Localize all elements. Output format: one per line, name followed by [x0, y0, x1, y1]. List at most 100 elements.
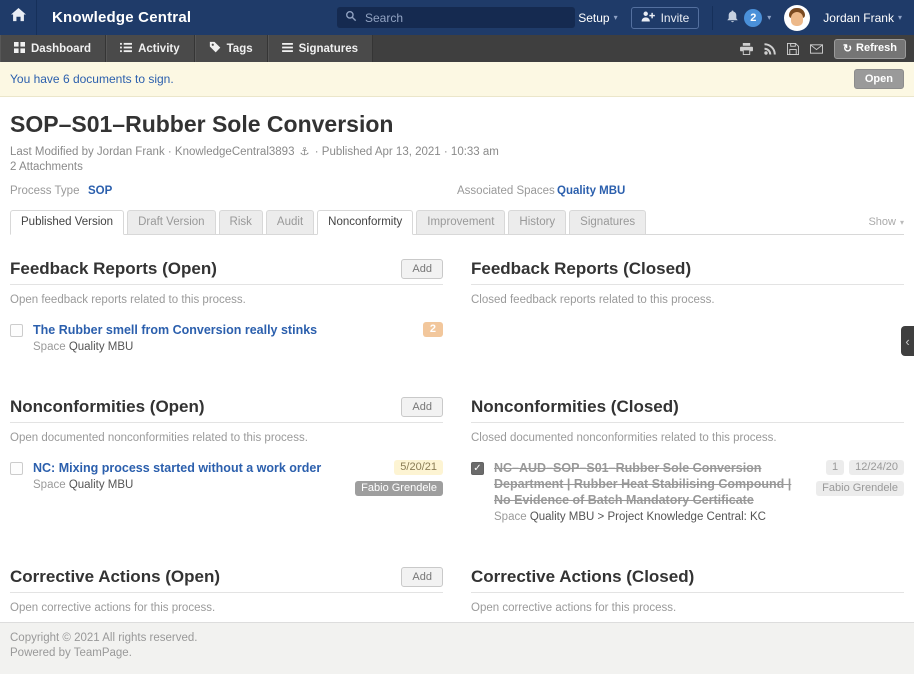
list-item: NC: Mixing process started without a wor… [10, 460, 443, 496]
tab-nonconformity[interactable]: Nonconformity [317, 210, 413, 235]
item-title-link[interactable]: The Rubber smell from Conversion really … [33, 322, 413, 338]
item-checkbox-checked[interactable]: ✓ [471, 462, 484, 475]
section-corrective-closed: Corrective Actions (Closed) Open correct… [471, 567, 904, 614]
item-title-link[interactable]: NC–AUD–SOP–S01–Rubber Sole Conversion De… [494, 460, 806, 508]
subnav-item-signatures[interactable]: Signatures [268, 35, 373, 62]
section-description: Closed feedback reports related to this … [471, 294, 904, 306]
search-input[interactable] [363, 10, 567, 26]
meta-published: · Published Apr 13, 2021 · 10:33 am [315, 146, 499, 158]
section-corrective-open: Corrective Actions (Open) Add Open corre… [10, 567, 443, 614]
dashboard-grid-icon [14, 42, 25, 56]
associated-spaces-label: Associated Spaces [457, 185, 557, 197]
avatar[interactable] [784, 5, 810, 31]
sections-grid: Feedback Reports (Open) Add Open feedbac… [10, 259, 904, 614]
open-button[interactable]: Open [854, 69, 904, 89]
collapse-panel-toggle[interactable]: ‹ [901, 326, 914, 356]
navbar-right: Help ▾ Setup ▾ Invite 2 ▾ Jordan Frank ▾ [533, 5, 914, 31]
print-icon[interactable] [740, 43, 753, 55]
user-name: Jordan Frank [823, 11, 894, 25]
tab-history[interactable]: History [508, 210, 566, 235]
item-space-line: Space Quality MBU > Project Knowledge Ce… [494, 511, 806, 523]
section-title: Corrective Actions (Closed) [471, 567, 694, 587]
chevron-left-icon: ‹ [905, 334, 909, 349]
section-title: Corrective Actions (Open) [10, 567, 220, 587]
tab-audit[interactable]: Audit [266, 210, 314, 235]
assignee-badge: Fabio Grendele [355, 481, 443, 496]
save-icon[interactable] [787, 43, 799, 55]
user-menu[interactable]: Jordan Frank ▾ [823, 11, 902, 25]
invite-button[interactable]: Invite [631, 7, 700, 29]
main-content: SOP–S01–Rubber Sole Conversion Last Modi… [0, 97, 914, 622]
tab-bar: Published Version Draft Version Risk Aud… [10, 210, 904, 235]
activity-list-icon [120, 42, 132, 56]
documents-to-sign-banner: You have 6 documents to sign. Open [0, 62, 914, 97]
section-title: Feedback Reports (Closed) [471, 259, 691, 279]
add-corrective-action-button[interactable]: Add [401, 567, 443, 587]
top-navbar: Knowledge Central Help ▾ Setup ▾ Invite … [0, 0, 914, 35]
attachments-line[interactable]: 2 Attachments [10, 160, 904, 175]
section-nonconformities-open: Nonconformities (Open) Add Open document… [10, 397, 443, 523]
section-description: Open corrective actions for this process… [471, 602, 904, 614]
add-feedback-button[interactable]: Add [401, 259, 443, 279]
refresh-label: Refresh [856, 42, 897, 54]
section-description: Open feedback reports related to this pr… [10, 294, 443, 306]
powered-by-text: Powered by TeamPage. [10, 646, 904, 661]
tab-risk[interactable]: Risk [219, 210, 263, 235]
section-title: Feedback Reports (Open) [10, 259, 217, 279]
subnav-item-dashboard[interactable]: Dashboard [0, 35, 106, 62]
show-label: Show [868, 216, 896, 228]
tab-draft-version[interactable]: Draft Version [127, 210, 215, 235]
check-icon: ✓ [473, 463, 481, 474]
section-header: Feedback Reports (Closed) [471, 259, 904, 285]
banner-message[interactable]: You have 6 documents to sign. [10, 72, 174, 86]
copyright-text: Copyright © 2021 All rights reserved. [10, 631, 904, 646]
count-badge: 1 [826, 460, 844, 475]
space-label: Space [33, 341, 66, 353]
subnav-actions: ↻ Refresh [740, 39, 914, 59]
add-nonconformity-button[interactable]: Add [401, 397, 443, 417]
notifications-button[interactable]: 2 ▾ [726, 9, 771, 27]
section-description: Open corrective actions for this process… [10, 602, 443, 614]
process-type-value[interactable]: SOP [88, 185, 112, 197]
refresh-button[interactable]: ↻ Refresh [834, 39, 906, 59]
associated-spaces: Associated Spaces Quality MBU [457, 185, 904, 197]
space-value: Quality MBU [69, 479, 134, 491]
sub-navbar: Dashboard Activity Tags Signatures ↻ Ref… [0, 35, 914, 62]
section-header: Feedback Reports (Open) Add [10, 259, 443, 285]
section-header: Nonconformities (Closed) [471, 397, 904, 423]
space-value: Quality MBU [69, 341, 134, 353]
tab-signatures[interactable]: Signatures [569, 210, 646, 235]
section-header: Corrective Actions (Closed) [471, 567, 904, 593]
anchor-icon[interactable]: ⚓ [300, 146, 310, 158]
space-label: Space [33, 479, 66, 491]
subnav-item-activity[interactable]: Activity [106, 35, 195, 62]
signatures-lines-icon [282, 43, 293, 55]
search-icon [345, 9, 357, 27]
section-feedback-open: Feedback Reports (Open) Add Open feedbac… [10, 259, 443, 353]
caret-down-icon: ▾ [898, 13, 902, 22]
section-feedback-closed: Feedback Reports (Closed) Closed feedbac… [471, 259, 904, 353]
item-checkbox[interactable] [10, 324, 23, 337]
closed-date-badge: 12/24/20 [849, 460, 904, 475]
subnav-label: Tags [227, 43, 253, 55]
tab-published-version[interactable]: Published Version [10, 210, 124, 235]
mail-icon[interactable] [810, 44, 823, 54]
subnav-item-tags[interactable]: Tags [195, 35, 268, 62]
rss-icon[interactable] [764, 43, 776, 55]
footer: Copyright © 2021 All rights reserved. Po… [0, 622, 914, 674]
app-title: Knowledge Central [52, 9, 191, 26]
meta-modified: Last Modified by Jordan Frank · Knowledg… [10, 146, 294, 158]
item-checkbox[interactable] [10, 462, 23, 475]
comment-count-badge[interactable]: 2 [423, 322, 443, 337]
properties-row: Process Type SOP Associated Spaces Quali… [10, 185, 904, 197]
show-dropdown[interactable]: Show ▾ [868, 216, 904, 234]
home-button[interactable] [0, 0, 37, 35]
section-description: Open documented nonconformities related … [10, 432, 443, 444]
item-title-link[interactable]: NC: Mixing process started without a wor… [33, 460, 345, 476]
tab-improvement[interactable]: Improvement [416, 210, 505, 235]
notification-count-badge: 2 [744, 9, 762, 27]
associated-spaces-value[interactable]: Quality MBU [557, 185, 625, 197]
refresh-icon: ↻ [843, 42, 852, 55]
space-value: Quality MBU > Project Knowledge Central:… [530, 511, 766, 523]
setup-menu[interactable]: Setup ▾ [578, 11, 617, 25]
